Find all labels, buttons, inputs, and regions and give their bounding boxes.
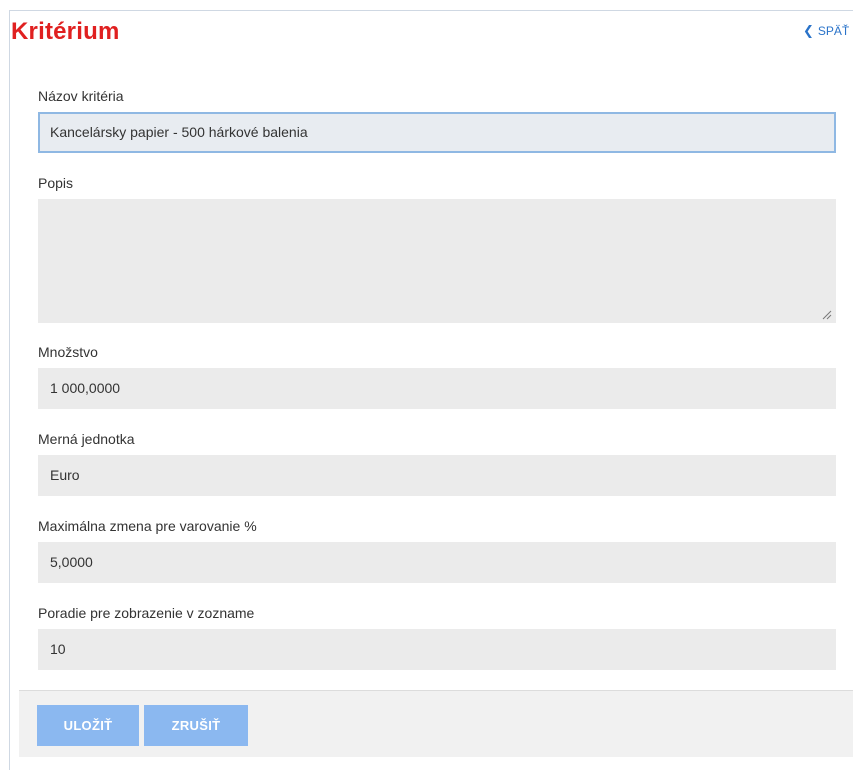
form-footer: ULOŽIŤ ZRUŠIŤ [19, 690, 853, 757]
name-label: Názov kritéria [38, 88, 124, 104]
back-link[interactable]: ❮ SPÄŤ [803, 23, 849, 39]
description-textarea[interactable] [38, 199, 836, 323]
quantity-input[interactable]: 1 000,0000 [38, 368, 836, 409]
page-title: Kritérium [11, 18, 120, 45]
chevron-left-icon: ❮ [803, 23, 814, 38]
quantity-field-group: Množstvo 1 000,0000 [38, 342, 836, 409]
name-field-group: Názov kritéria Kancelársky papier - 500 … [38, 86, 836, 153]
quantity-label: Množstvo [38, 344, 98, 360]
order-label: Poradie pre zobrazenie v zozname [38, 605, 255, 621]
unit-input[interactable]: Euro [38, 455, 836, 496]
save-button[interactable]: ULOŽIŤ [37, 705, 139, 746]
unit-label: Merná jednotka [38, 431, 135, 447]
description-field-group: Popis [38, 173, 836, 323]
max-change-label: Maximálna zmena pre varovanie % [38, 518, 257, 534]
back-link-label: SPÄŤ [817, 24, 850, 38]
resize-grip-icon[interactable] [822, 310, 832, 320]
description-label: Popis [38, 175, 74, 191]
cancel-button[interactable]: ZRUŠIŤ [144, 705, 248, 746]
name-input[interactable]: Kancelársky papier - 500 hárkové balenia [38, 112, 836, 153]
max-change-field-group: Maximálna zmena pre varovanie % 5,0000 [38, 516, 836, 583]
order-input[interactable]: 10 [38, 629, 836, 670]
unit-field-group: Merná jednotka Euro [38, 429, 836, 496]
order-field-group: Poradie pre zobrazenie v zozname 10 [38, 603, 836, 670]
max-change-input[interactable]: 5,0000 [38, 542, 836, 583]
